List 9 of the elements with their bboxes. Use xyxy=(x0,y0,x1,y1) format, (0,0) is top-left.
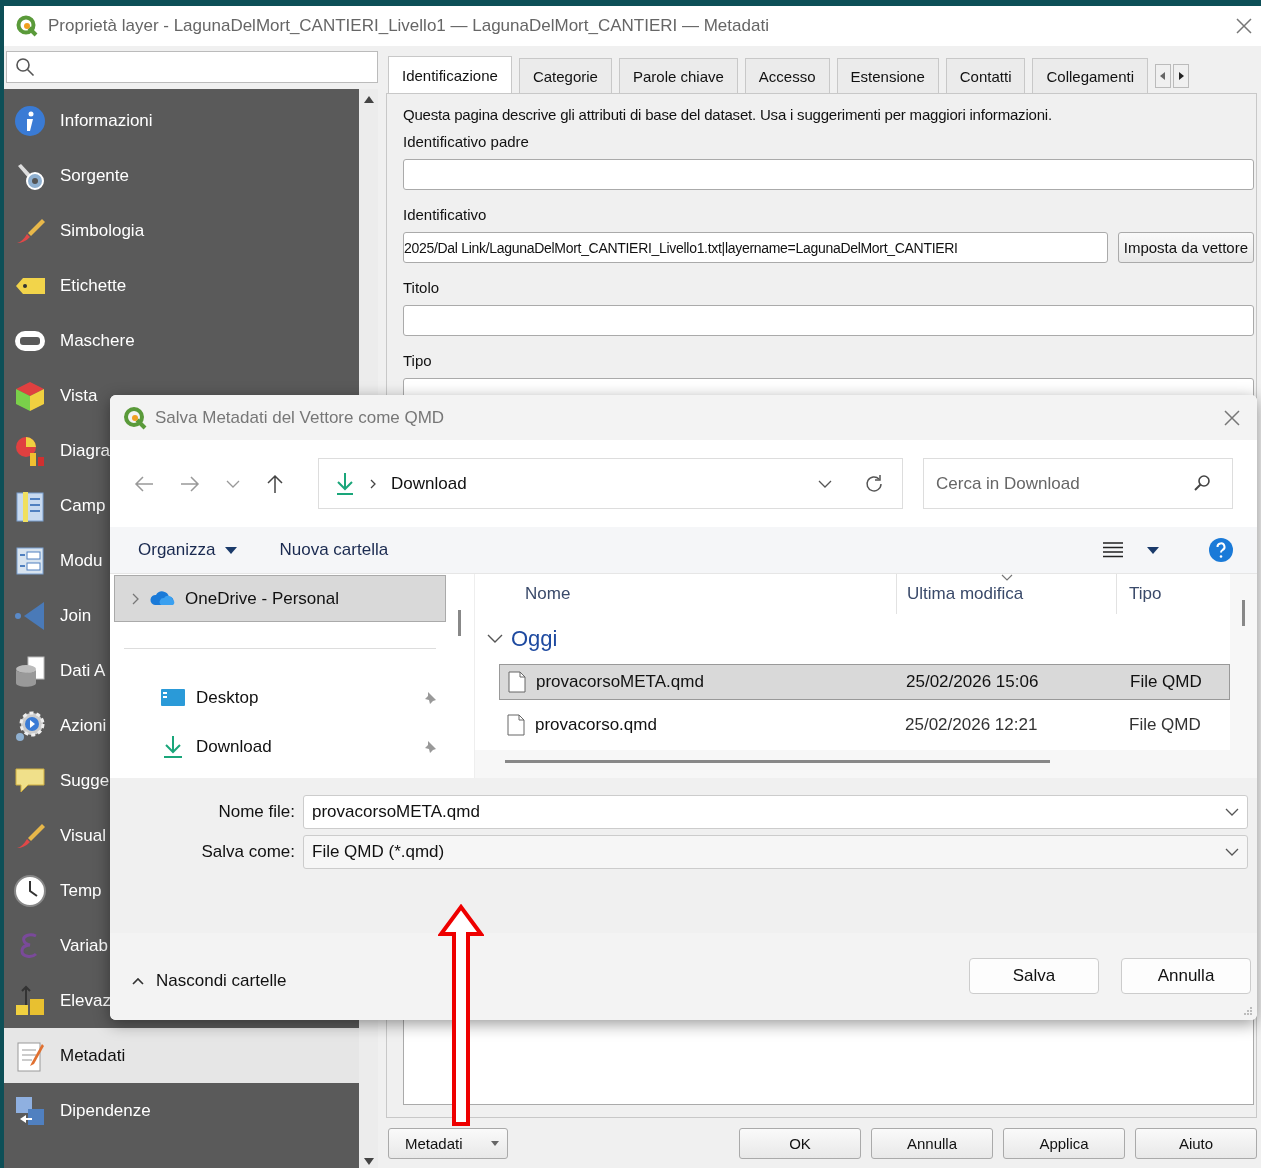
description-text: Questa pagina descrive gli attributi di base del dataset. Usa i suggerimenti per maggiori informazioni. xyxy=(403,106,1053,123)
field-label: Nome file: xyxy=(217,802,295,822)
field-label: Tipo xyxy=(403,352,433,369)
field-label: Titolo xyxy=(403,279,441,296)
dialog-title: Salva Metadati del Vettore come QMD xyxy=(155,407,445,428)
field-label: Salva come: xyxy=(200,842,295,862)
field-label: Identificativo padre xyxy=(403,133,530,150)
field-label: Identificativo xyxy=(403,206,488,223)
window-title: Proprietà layer - LagunaDelMort_CANTIERI_Livello1 — LagunaDelMort_CANTIERI — Metadati xyxy=(48,16,770,36)
